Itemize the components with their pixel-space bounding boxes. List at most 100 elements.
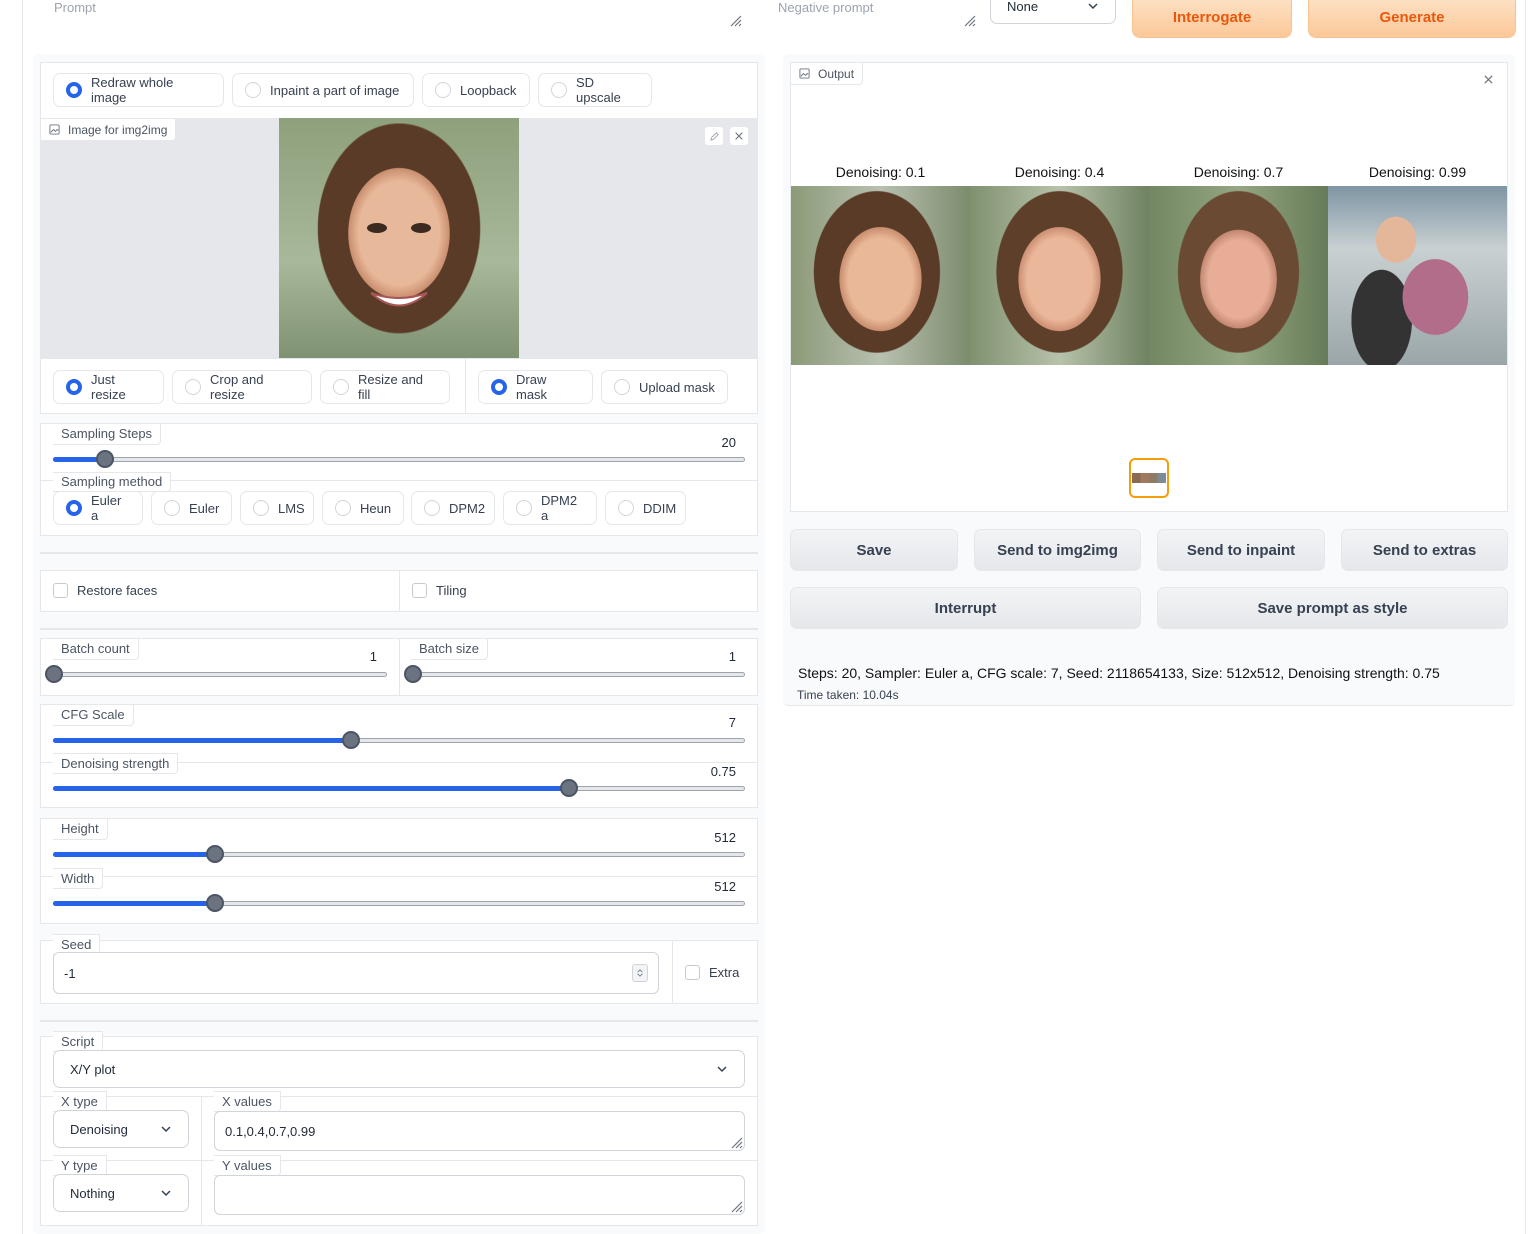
grid-header-column: Denoising: 0.7 [1193, 164, 1284, 180]
sampling-steps-slider[interactable] [53, 457, 745, 462]
radio-dot [333, 379, 349, 395]
output-image-2 [970, 186, 1149, 365]
stepper-icon[interactable] [632, 964, 648, 982]
resize-grip-icon[interactable] [962, 13, 976, 27]
radio-dot [66, 379, 82, 395]
cfg-scale-slider[interactable] [53, 738, 745, 743]
sampler-heun[interactable]: Heun [322, 491, 404, 525]
save-prompt-as-style-button[interactable]: Save prompt as style [1157, 587, 1508, 629]
mode-redraw-whole[interactable]: Redraw whole image [53, 73, 224, 107]
divider [465, 359, 466, 413]
mask-draw[interactable]: Draw mask [478, 370, 593, 404]
send-to-extras-button[interactable]: Send to extras [1341, 529, 1508, 571]
extra-checkbox[interactable]: Extra [685, 965, 739, 980]
height-slider[interactable] [53, 852, 745, 857]
restore-faces-checkbox[interactable]: Restore faces [53, 583, 157, 598]
width-thumb[interactable] [205, 894, 224, 912]
radio-dot [253, 500, 269, 516]
width-value: 512 [714, 879, 736, 894]
tiling-checkbox[interactable]: Tiling [412, 583, 467, 598]
send-to-inpaint-button[interactable]: Send to inpaint [1157, 529, 1325, 571]
image-icon [49, 124, 60, 135]
batch-count-thumb[interactable] [45, 665, 63, 683]
resize-grip-icon[interactable] [729, 1135, 743, 1149]
checkbox[interactable] [685, 965, 700, 980]
radio-dot [164, 500, 180, 516]
denoising-thumb[interactable] [559, 779, 578, 797]
batch-count-label: Batch count [53, 639, 139, 660]
y-type-select[interactable]: Nothing [53, 1174, 189, 1212]
batch-size-thumb[interactable] [404, 665, 422, 683]
prompt-placeholder: Prompt [54, 0, 96, 15]
close-icon[interactable] [1483, 74, 1494, 85]
sampling-steps-thumb[interactable] [95, 450, 114, 468]
divider [40, 552, 758, 554]
radio-dot [245, 82, 261, 98]
sampler-euler-a[interactable]: Euler a [53, 491, 143, 525]
sampler-lms[interactable]: LMS [240, 491, 314, 525]
output-image-4 [1328, 186, 1507, 365]
prompt-input[interactable]: Prompt [40, 0, 750, 32]
mask-upload[interactable]: Upload mask [601, 370, 728, 404]
y-type-label: Y type [53, 1155, 107, 1176]
sampler-euler[interactable]: Euler [151, 491, 232, 525]
x-values-input[interactable]: 0.1,0.4,0.7,0.99 [214, 1111, 745, 1151]
chevron-down-icon [717, 1066, 727, 1073]
thumbnail-image [1132, 473, 1166, 483]
checkbox[interactable] [53, 583, 68, 598]
radio-dot [435, 82, 451, 98]
checkbox[interactable] [412, 583, 427, 598]
x-type-select[interactable]: Denoising [53, 1110, 189, 1148]
mode-inpaint[interactable]: Inpaint a part of image [232, 73, 414, 107]
script-label: Script [53, 1031, 104, 1052]
batch-count-slider[interactable] [53, 672, 387, 677]
save-button[interactable]: Save [790, 529, 958, 571]
radio-dot [185, 379, 201, 395]
denoising-value: 0.75 [710, 764, 736, 779]
style-select-value: None [1007, 0, 1039, 14]
sampler-dpm2-a[interactable]: DPM2 a [503, 491, 597, 525]
mode-loopback[interactable]: Loopback [422, 73, 530, 107]
script-select[interactable]: X/Y plot [53, 1050, 745, 1088]
image-icon [799, 68, 810, 79]
batch-size-slider[interactable] [412, 672, 745, 677]
interrupt-button[interactable]: Interrupt [790, 587, 1141, 629]
resize-just-resize[interactable]: Just resize [53, 370, 164, 404]
mode-sd-upscale[interactable]: SD upscale [538, 73, 652, 107]
seed-input[interactable]: -1 [53, 952, 659, 994]
divider [41, 876, 757, 877]
negative-prompt-input[interactable]: Negative prompt [764, 0, 984, 32]
close-icon[interactable] [729, 126, 749, 146]
height-thumb[interactable] [205, 845, 224, 863]
style-select[interactable]: None [990, 0, 1116, 24]
sampling-method-label: Sampling method [53, 472, 172, 492]
size-group [40, 818, 758, 924]
radio-dot [618, 500, 634, 516]
resize-and-fill[interactable]: Resize and fill [320, 370, 450, 404]
slider-fill [53, 786, 569, 791]
denoising-label: Denoising strength [53, 753, 179, 774]
cfg-scale-thumb[interactable] [341, 731, 360, 749]
send-to-img2img-button[interactable]: Send to img2img [974, 529, 1141, 571]
gallery-thumbnail[interactable] [1129, 458, 1169, 498]
sampling-steps-label: Sampling Steps [53, 424, 162, 445]
sampler-dpm2[interactable]: DPM2 [411, 491, 495, 525]
y-values-label: Y values [214, 1155, 281, 1176]
width-slider[interactable] [53, 901, 745, 906]
generate-button[interactable]: Generate [1308, 0, 1516, 38]
page-border-left [22, 0, 23, 1234]
cfg-scale-value: 7 [728, 715, 736, 730]
sampler-ddim[interactable]: DDIM [605, 491, 686, 525]
resize-grip-icon[interactable] [728, 13, 742, 27]
image-input-label: Image for img2img [41, 119, 177, 141]
y-values-input[interactable] [214, 1175, 745, 1215]
edit-icon[interactable] [704, 126, 724, 146]
x-type-label: X type [53, 1091, 107, 1112]
resize-grip-icon[interactable] [729, 1199, 743, 1213]
x-values-label: X values [214, 1091, 281, 1112]
interrogate-button[interactable]: Interrogate [1132, 0, 1292, 38]
chevron-down-icon [161, 1126, 171, 1133]
denoising-slider[interactable] [53, 786, 745, 791]
radio-dot [516, 500, 532, 516]
resize-crop-and-resize[interactable]: Crop and resize [172, 370, 312, 404]
